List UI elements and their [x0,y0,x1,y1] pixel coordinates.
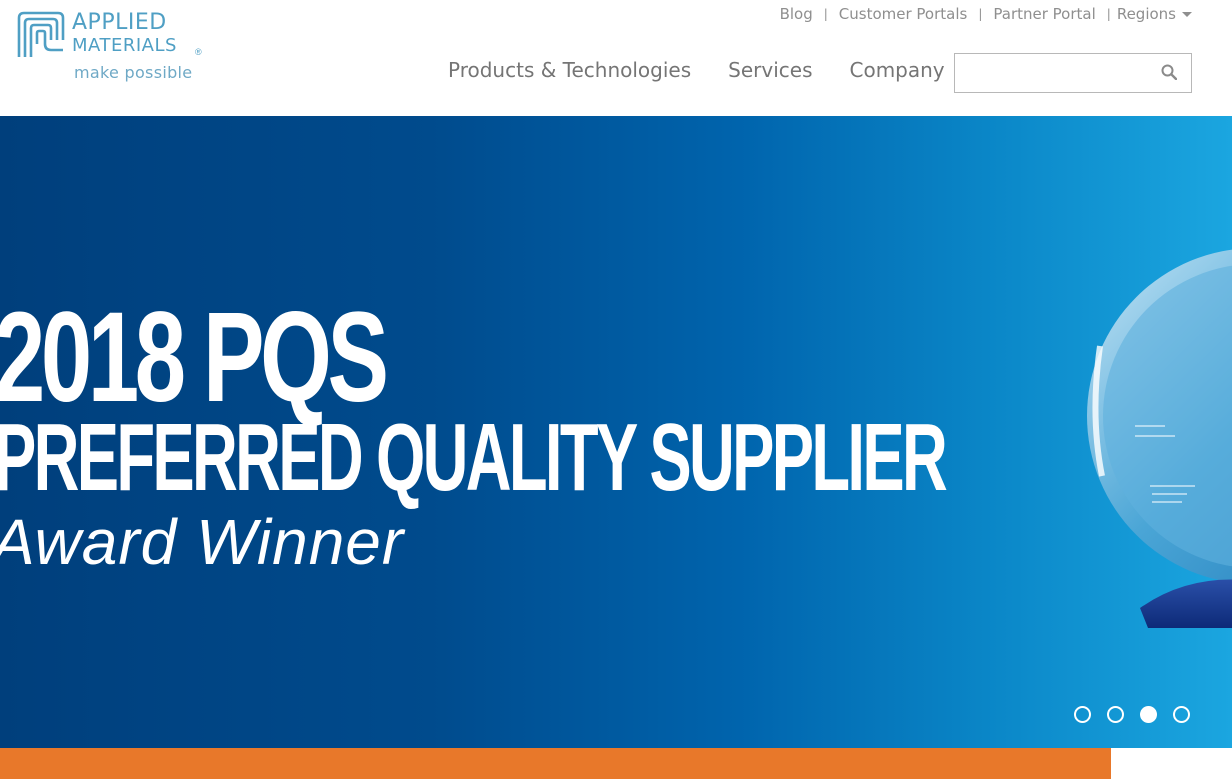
search-box [954,53,1192,93]
blog-link[interactable]: Blog [780,5,813,23]
carousel-dot-1[interactable] [1074,706,1091,723]
nav-separator: | [1106,7,1111,21]
nav-company[interactable]: Company [850,58,945,82]
hero-subheadline: PREFERRED QUALITY SUPPLIER [0,404,948,511]
carousel-dot-4[interactable] [1173,706,1190,723]
award-trophy-image [1087,249,1232,628]
nav-separator: | [978,7,983,21]
registered-mark: ® [195,47,202,57]
accent-bar [0,748,1111,779]
carousel-indicators [1074,706,1206,723]
applied-materials-logo-icon [17,11,65,57]
regions-label: Regions [1116,5,1176,23]
search-icon[interactable] [1161,64,1177,80]
nav-products-technologies[interactable]: Products & Technologies [448,58,691,82]
carousel-dot-3[interactable] [1140,706,1157,723]
partner-portal-link[interactable]: Partner Portal [993,5,1095,23]
carousel-dot-2[interactable] [1107,706,1124,723]
logo-name-line1: APPLIED [72,10,167,35]
customer-portals-link[interactable]: Customer Portals [839,5,968,23]
logo-tagline: make possible [74,63,193,82]
search-input[interactable] [961,58,1155,88]
hero-tagline: Award Winner [0,506,405,578]
nav-separator: | [823,7,828,21]
regions-dropdown[interactable]: Regions [1117,5,1192,23]
nav-services[interactable]: Services [728,58,812,82]
company-logo[interactable]: APPLIED MATERIALS ® make possible [16,10,211,85]
utility-nav: Blog | Customer Portals | Partner Portal… [780,4,1192,24]
logo-name-line2: MATERIALS [72,35,177,56]
hero-banner[interactable]: 2018 PQS PREFERRED QUALITY SUPPLIER Awar… [0,116,1232,748]
site-header: APPLIED MATERIALS ® make possible Blog |… [0,0,1232,116]
hero-headline: 2018 PQS [0,286,389,429]
main-nav: Products & Technologies Services Company [448,58,982,82]
caret-down-icon [1182,12,1192,17]
